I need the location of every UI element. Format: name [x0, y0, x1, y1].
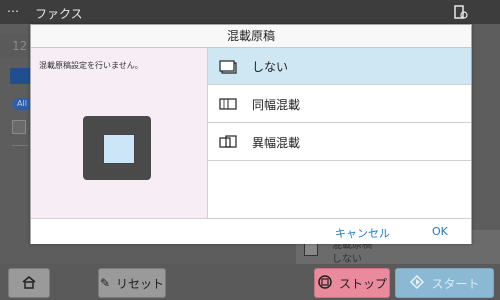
paper-stack-icon	[218, 58, 238, 74]
preview-image-icon	[83, 116, 151, 180]
cancel-button[interactable]: キャンセル	[335, 225, 390, 241]
background-checkbox	[12, 120, 26, 134]
option-same-width-label: 同幅混載	[252, 97, 301, 112]
reset-button[interactable]: ✎ リセット	[98, 268, 166, 298]
mix-setting-value: しない	[332, 254, 362, 265]
option-different-width[interactable]: 異幅混載	[208, 124, 471, 161]
options-list: しない 同幅混載 異幅混載	[208, 48, 471, 218]
book-open-icon	[218, 96, 238, 112]
start-button[interactable]: スタート	[395, 268, 494, 298]
start-icon	[409, 274, 425, 293]
device-status-icon[interactable]	[452, 4, 468, 20]
mixed-original-dialog: 混載原稿 混載原稿設定を行いません。 しない 同幅混載 異幅混載 キャンセル O…	[30, 24, 472, 244]
reset-label: リセット	[116, 276, 165, 291]
dialog-footer: キャンセル OK	[31, 218, 471, 244]
background-blue-button	[10, 68, 30, 84]
home-button[interactable]	[8, 268, 50, 298]
title-bar: ⋯ ファクス	[0, 0, 500, 24]
option-same-width[interactable]: 同幅混載	[208, 86, 471, 123]
mixed-width-icon	[218, 134, 238, 150]
option-none[interactable]: しない	[208, 48, 471, 85]
app-title: ファクス	[35, 7, 83, 21]
mix-setting-icon	[304, 242, 318, 256]
preview-paper	[103, 134, 135, 164]
stop-button[interactable]: ストップ	[314, 268, 390, 298]
menu-dots-icon[interactable]: ⋯	[7, 4, 20, 18]
stop-icon	[317, 274, 333, 293]
background-all-chip: All	[12, 98, 32, 110]
background-divider	[12, 145, 28, 146]
stop-label: ストップ	[338, 276, 387, 291]
dialog-title: 混載原稿	[31, 25, 471, 48]
dialog-description: 混載原稿設定を行いません。	[39, 61, 143, 70]
option-different-width-label: 異幅混載	[252, 135, 301, 150]
start-label: スタート	[431, 276, 480, 291]
ok-button[interactable]: OK	[432, 225, 448, 238]
option-none-label: しない	[252, 59, 289, 74]
reset-icon: ✎	[99, 276, 111, 290]
description-panel: 混載原稿設定を行いません。	[31, 48, 208, 218]
home-icon	[21, 274, 37, 293]
